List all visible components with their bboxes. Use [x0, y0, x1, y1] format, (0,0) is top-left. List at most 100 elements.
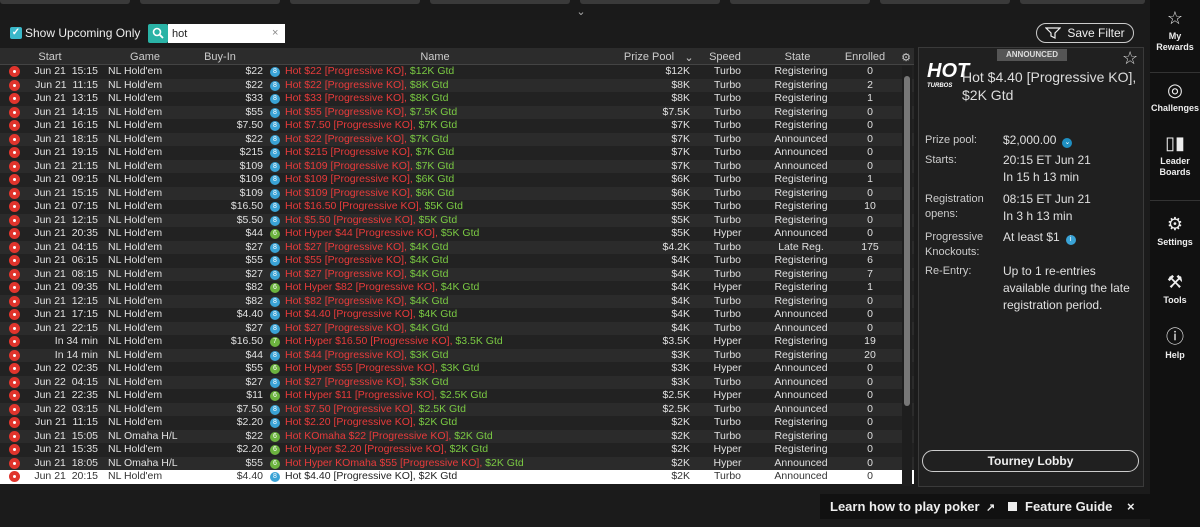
table-row[interactable]: Jun 21 15:35 NL Hold'em $2.20 6 Hot Hyper $2… [0, 443, 914, 457]
table-row[interactable]: Jun 21 06:15 NL Hold'em $55 8 Hot $55 [Progr… [0, 254, 914, 268]
tab-segment[interactable] [880, 0, 1010, 4]
sidebar-item-rewards[interactable]: ☆ My Rewards [1150, 8, 1200, 53]
enrolled-cell: 0 [867, 470, 873, 482]
state-cell: Registering [774, 335, 828, 347]
col-prize-pool[interactable]: Prize Pool [614, 51, 684, 63]
state-cell: Registering [774, 119, 828, 131]
show-upcoming-checkbox[interactable]: ✓ [10, 27, 22, 39]
tab-segment[interactable] [730, 0, 870, 4]
table-row[interactable]: Jun 21 22:15 NL Hold'em $27 8 Hot $27 [Progr… [0, 321, 914, 335]
max-players-badge: 8 [270, 296, 280, 307]
table-row[interactable]: Jun 21 15:05 NL Omaha H/L $22 6 Hot KOmaha $… [0, 429, 914, 443]
feature-guide-link[interactable]: Feature Guide [1025, 499, 1112, 514]
target-icon [9, 187, 20, 199]
col-game[interactable]: Game [115, 51, 175, 63]
table-row[interactable]: Jun 22 04:15 NL Hold'em $27 8 Hot $27 [Progr… [0, 375, 914, 389]
speed-cell: Hyper [713, 335, 742, 347]
table-row[interactable]: Jun 21 09:15 NL Hold'em $109 8 Hot $109 [Pro… [0, 173, 914, 187]
table-row[interactable]: Jun 22 02:35 NL Hold'em $55 6 Hot Hyper $55 … [0, 362, 914, 376]
sidebar-item-help[interactable]: ⓘ Help [1150, 327, 1200, 361]
prize-cell: $7K [671, 119, 690, 131]
start-cell: Jun 21 19:15 [34, 146, 98, 158]
col-speed[interactable]: Speed [700, 51, 750, 63]
clear-search-icon[interactable]: × [272, 27, 278, 39]
state-cell: Registering [774, 294, 828, 307]
table-row[interactable]: Jun 21 07:15 NL Hold'em $16.50 8 Hot $16.50 … [0, 200, 914, 214]
game-cell: NL Hold'em [108, 254, 163, 266]
footer-bar: Learn how to play poker ↗ Feature Guide … [820, 494, 1150, 519]
external-link-icon: ↗ [986, 502, 996, 514]
table-row[interactable]: Jun 21 20:15 NL Hold'em $4.40 8 Hot $4.40 [P… [0, 470, 914, 484]
table-row[interactable]: Jun 21 19:15 NL Hold'em $215 8 Hot $215 [Pro… [0, 146, 914, 160]
table-row[interactable]: Jun 21 12:15 NL Hold'em $5.50 8 Hot $5.50 [P… [0, 213, 914, 227]
save-filter-button[interactable]: Save Filter [1036, 23, 1134, 43]
prize-cell: $4.2K [662, 240, 690, 253]
table-row[interactable]: In 34 min NL Hold'em $16.50 7 Hot Hyper $16.… [0, 335, 914, 349]
close-icon[interactable]: × [1127, 499, 1135, 514]
favorite-star-icon[interactable]: ☆ [1122, 48, 1138, 69]
table-row[interactable]: Jun 21 16:15 NL Hold'em $7.50 8 Hot $7.50 [P… [0, 119, 914, 133]
gear-icon[interactable]: ⚙ [900, 51, 912, 64]
chevron-down-icon[interactable]: ⌄ [572, 6, 590, 18]
table-row[interactable]: Jun 21 11:15 NL Hold'em $22 8 Hot $22 [Progr… [0, 78, 914, 92]
table-row[interactable]: Jun 21 13:15 NL Hold'em $33 8 Hot $33 [Progr… [0, 92, 914, 106]
sort-desc-icon[interactable]: ⌄ [684, 51, 694, 64]
col-buyin[interactable]: Buy-In [190, 51, 250, 63]
state-cell: Announced [774, 389, 828, 401]
col-name[interactable]: Name [400, 51, 470, 63]
table-row[interactable]: Jun 21 12:15 NL Hold'em $82 8 Hot $82 [Progr… [0, 294, 914, 308]
sidebar-item-settings[interactable]: ⚙ Settings [1150, 214, 1200, 248]
learn-poker-link[interactable]: Learn how to play poker [830, 499, 980, 514]
tab-segment[interactable] [430, 0, 570, 4]
table-row[interactable]: Jun 21 15:15 NL Hold'em $22 8 Hot $22 [Progr… [0, 65, 914, 79]
tab-segment[interactable] [0, 0, 130, 4]
table-row[interactable]: Jun 21 20:35 NL Hold'em $44 6 Hot Hyper $44 … [0, 227, 914, 241]
table-row[interactable]: Jun 21 21:15 NL Hold'em $109 8 Hot $109 [Pro… [0, 159, 914, 173]
table-row[interactable]: Jun 21 18:15 NL Hold'em $22 8 Hot $22 [Progr… [0, 132, 914, 146]
tab-segment[interactable] [290, 0, 420, 4]
scrollbar-thumb[interactable] [904, 76, 910, 406]
prize-cell: $2K [671, 443, 690, 455]
search-icon[interactable] [148, 24, 168, 43]
table-row[interactable]: Jun 21 18:05 NL Omaha H/L $55 6 Hot Hyper KO… [0, 456, 914, 470]
table-row[interactable]: Jun 21 08:15 NL Hold'em $27 8 Hot $27 [Progr… [0, 267, 914, 281]
sidebar-item-challenges[interactable]: ◎ Challenges [1150, 80, 1200, 114]
registration-value: 08:15 ET Jun 21 [1003, 192, 1091, 206]
tab-segment[interactable] [140, 0, 280, 4]
table-row[interactable]: Jun 21 09:35 NL Hold'em $82 6 Hot Hyper $82 … [0, 281, 914, 295]
table-row[interactable]: Jun 21 04:15 NL Hold'em $27 8 Hot $27 [Progr… [0, 240, 914, 254]
tourney-lobby-button[interactable]: Tourney Lobby [922, 450, 1139, 472]
col-state[interactable]: State [760, 51, 835, 63]
tab-segment[interactable] [1020, 0, 1145, 4]
sidebar-item-leaderboards[interactable]: ▯▮ Leader Boards [1150, 133, 1200, 178]
pko-label: Progressive [925, 231, 984, 243]
buyin-cell: $4.40 [236, 308, 263, 320]
start-cell: Jun 21 15:15 [34, 65, 98, 77]
buyin-cell: $55 [245, 362, 263, 374]
table-scrollbar[interactable] [902, 66, 912, 486]
tab-segment[interactable] [580, 0, 720, 4]
table-row[interactable]: Jun 21 14:15 NL Hold'em $55 8 Hot $55 [Progr… [0, 105, 914, 119]
show-upcoming-label[interactable]: Show Upcoming Only [25, 26, 140, 40]
col-enrolled[interactable]: Enrolled [835, 51, 895, 63]
info-icon[interactable]: i [1065, 235, 1076, 245]
prize-cell: $8K [671, 92, 690, 104]
start-cell: Jun 21 09:15 [34, 173, 98, 185]
chevron-down-icon[interactable]: ⌄ [1062, 138, 1073, 148]
prize-cell: $2.5K [662, 389, 690, 401]
max-players-badge: 8 [270, 404, 280, 415]
prize-cell: $4K [671, 281, 690, 293]
search-input[interactable] [168, 24, 285, 43]
registration-label-2: opens: [925, 208, 959, 220]
table-row[interactable]: Jun 21 15:15 NL Hold'em $109 8 Hot $109 [Pro… [0, 186, 914, 200]
enrolled-cell: 1 [867, 173, 873, 185]
table-row[interactable]: In 14 min NL Hold'em $44 8 Hot $44 [Progress… [0, 348, 914, 362]
buyin-cell: $16.50 [230, 200, 263, 212]
sidebar-item-tools[interactable]: ⚒ Tools [1150, 272, 1200, 306]
name-cell: Hot $4.40 [Progressive KO], $4K Gtd [285, 308, 458, 320]
table-row[interactable]: Jun 21 11:15 NL Hold'em $2.20 8 Hot $2.20 [P… [0, 416, 914, 430]
table-row[interactable]: Jun 22 03:15 NL Hold'em $7.50 8 Hot $7.50 [P… [0, 402, 914, 416]
col-start[interactable]: Start [20, 51, 80, 63]
table-row[interactable]: Jun 21 22:35 NL Hold'em $11 6 Hot Hyper $11 … [0, 389, 914, 403]
table-row[interactable]: Jun 21 17:15 NL Hold'em $4.40 8 Hot $4.40 [P… [0, 308, 914, 322]
